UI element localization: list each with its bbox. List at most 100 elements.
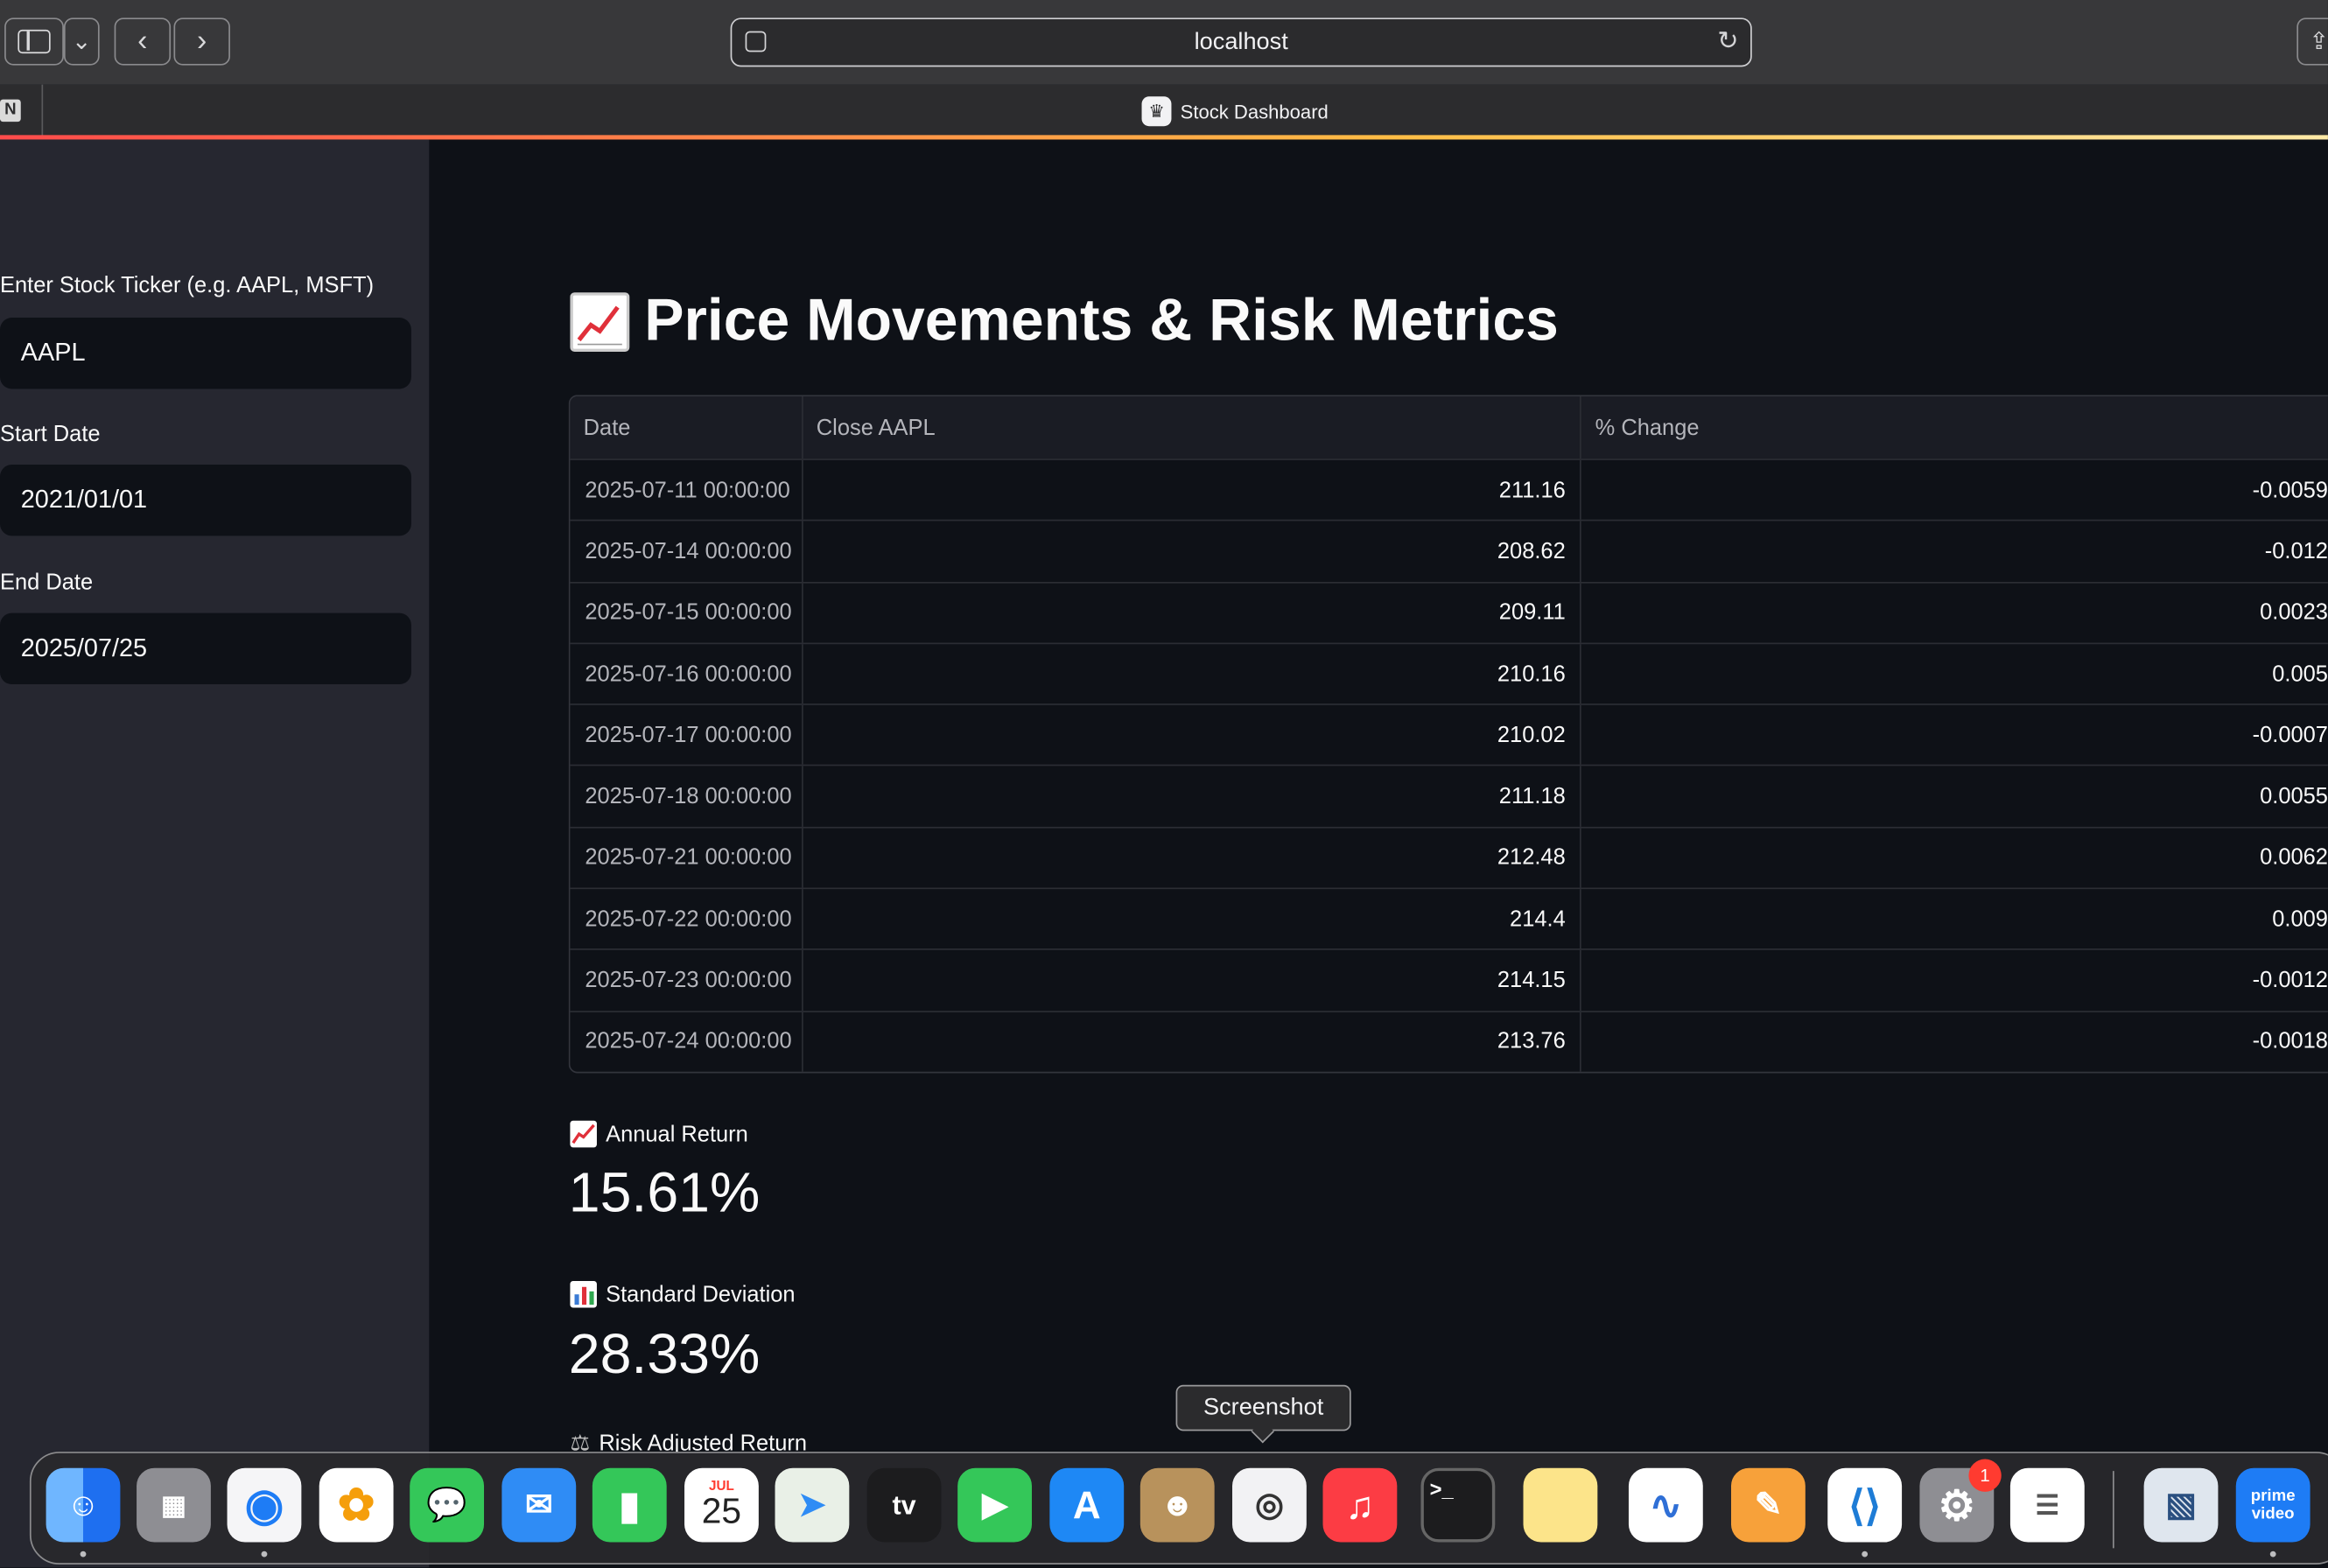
reload-icon[interactable]: ↻ xyxy=(1717,27,1738,57)
date-cell[interactable]: 2025-07-22 00:00:00 xyxy=(570,889,803,949)
column-header-change[interactable]: % Change xyxy=(1581,396,2328,458)
table-row[interactable]: 2025-07-24 00:00:00 213.76 -0.0018 xyxy=(570,1010,2328,1072)
table-row[interactable]: 2025-07-21 00:00:00 212.48 0.0062 xyxy=(570,826,2328,888)
close-cell[interactable]: 210.02 xyxy=(803,705,1582,766)
start-date-input[interactable]: 2021/01/01 xyxy=(0,464,411,536)
sidebar: Enter Stock Ticker (e.g. AAPL, MSFT) AAP… xyxy=(0,139,430,1568)
change-cell[interactable]: 0.0062 xyxy=(1581,828,2328,887)
bar-chart-icon xyxy=(570,1280,597,1308)
table-row[interactable]: 2025-07-11 00:00:00 211.16 -0.0059 xyxy=(570,458,2328,521)
date-cell[interactable]: 2025-07-15 00:00:00 xyxy=(570,582,803,643)
change-cell[interactable]: -0.0007 xyxy=(1581,705,2328,765)
close-cell[interactable]: 214.4 xyxy=(803,889,1582,949)
notification-badge: 1 xyxy=(1968,1459,2002,1492)
calendar-icon[interactable]: JUL 25 xyxy=(684,1467,759,1543)
screenshot-icon[interactable]: ◎ xyxy=(1232,1467,1307,1543)
date-cell[interactable]: 2025-07-21 00:00:00 xyxy=(570,828,803,888)
share-icon: ⇪ xyxy=(2309,29,2328,55)
change-cell[interactable]: 0.009 xyxy=(1581,889,2328,948)
music-icon[interactable]: ♫ xyxy=(1322,1467,1398,1543)
close-cell[interactable]: 209.11 xyxy=(803,582,1582,643)
facetime-icon[interactable]: ▶ xyxy=(957,1467,1032,1543)
sidebar-toggle-button[interactable] xyxy=(4,18,64,66)
back-button[interactable]: ‹ xyxy=(114,18,172,66)
end-date-input[interactable]: 2025/07/25 xyxy=(0,612,411,685)
notes-icon[interactable] xyxy=(1523,1467,1598,1543)
app-store-icon[interactable]: A xyxy=(1049,1467,1125,1543)
vscode-icon[interactable]: ⟨⟩ xyxy=(1827,1467,1903,1543)
data-table[interactable]: Date Close AAPL % Change 2025-07-11 00:0… xyxy=(568,395,2328,1074)
close-cell[interactable]: 211.18 xyxy=(803,766,1582,827)
ticker-input[interactable]: AAPL xyxy=(0,318,411,389)
date-cell[interactable]: 2025-07-18 00:00:00 xyxy=(570,766,803,827)
mail-icon[interactable]: ✉ xyxy=(501,1467,577,1543)
change-cell[interactable]: 0.005 xyxy=(1581,644,2328,704)
risk-adjusted-return-label-text: Risk Adjusted Return xyxy=(599,1433,808,1452)
change-cell[interactable]: 0.0023 xyxy=(1581,583,2328,642)
pinned-tab[interactable]: N xyxy=(0,84,44,137)
change-cell[interactable]: 0.0055 xyxy=(1581,766,2328,826)
date-cell[interactable]: 2025-07-11 00:00:00 xyxy=(570,459,803,521)
table-body: 2025-07-11 00:00:00 211.16 -0.0059 2025-07-… xyxy=(570,458,2328,1072)
annual-return-label-text: Annual Return xyxy=(606,1121,748,1147)
messages-icon[interactable]: 💬 xyxy=(410,1467,485,1543)
standard-deviation-label: Standard Deviation xyxy=(570,1280,796,1308)
pages-icon[interactable]: ✎ xyxy=(1731,1467,1806,1543)
close-cell[interactable]: 210.16 xyxy=(803,644,1582,704)
launchpad-icon[interactable]: ▦ xyxy=(137,1467,211,1543)
column-header-date[interactable]: Date xyxy=(570,396,803,459)
calendar-day: 25 xyxy=(701,1491,742,1532)
chevron-left-icon: ‹ xyxy=(137,24,148,58)
system-settings-icon[interactable]: ⚙ 1 xyxy=(1919,1459,2002,1543)
standard-deviation-value: 28.33% xyxy=(568,1324,761,1387)
table-row[interactable]: 2025-07-16 00:00:00 210.16 0.005 xyxy=(570,642,2328,704)
prime-video-icon[interactable]: prime video xyxy=(2235,1467,2310,1543)
date-cell[interactable]: 2025-07-14 00:00:00 xyxy=(570,521,803,582)
change-cell[interactable]: -0.0059 xyxy=(1581,460,2328,520)
photos-icon[interactable]: ✿ xyxy=(319,1467,394,1543)
chevron-right-icon: › xyxy=(197,24,207,58)
date-cell[interactable]: 2025-07-16 00:00:00 xyxy=(570,644,803,704)
freeform-icon[interactable]: ∿ xyxy=(1628,1467,1703,1543)
table-row[interactable]: 2025-07-17 00:00:00 210.02 -0.0007 xyxy=(570,704,2328,766)
change-cell[interactable]: -0.0018 xyxy=(1581,1012,2328,1071)
date-cell[interactable]: 2025-07-24 00:00:00 xyxy=(570,1012,803,1072)
table-row[interactable]: 2025-07-22 00:00:00 214.4 0.009 xyxy=(570,887,2328,949)
crown-icon: ♛ xyxy=(1141,96,1172,127)
table-row[interactable]: 2025-07-15 00:00:00 209.11 0.0023 xyxy=(570,581,2328,643)
end-date-label: End Date xyxy=(0,570,94,596)
site-settings-icon[interactable] xyxy=(745,31,767,52)
close-cell[interactable]: 212.48 xyxy=(803,828,1582,888)
share-button[interactable]: ⇪ xyxy=(2296,18,2328,66)
tab-stock-dashboard[interactable]: ♛ Stock Dashboard xyxy=(1141,96,1329,127)
maps-icon[interactable]: ➤ xyxy=(775,1467,850,1543)
close-cell[interactable]: 208.62 xyxy=(803,521,1582,582)
contacts-icon[interactable]: ☻ xyxy=(1139,1467,1215,1543)
url-text: localhost xyxy=(1194,29,1288,54)
safari-icon[interactable]: ◉ xyxy=(227,1467,302,1543)
numbers-icon[interactable]: ▮ xyxy=(592,1467,667,1543)
table-row[interactable]: 2025-07-18 00:00:00 211.18 0.0055 xyxy=(570,765,2328,827)
close-cell[interactable]: 213.76 xyxy=(803,1012,1582,1072)
table-row[interactable]: 2025-07-14 00:00:00 208.62 -0.012 xyxy=(570,520,2328,582)
close-cell[interactable]: 214.15 xyxy=(803,950,1582,1011)
pinned-tab-icon: N xyxy=(0,99,21,122)
date-cell[interactable]: 2025-07-17 00:00:00 xyxy=(570,705,803,766)
reminders-icon[interactable]: ☰ xyxy=(2009,1467,2085,1543)
finder-icon[interactable]: ☺ xyxy=(46,1467,121,1543)
table-row[interactable]: 2025-07-23 00:00:00 214.15 -0.0012 xyxy=(570,948,2328,1011)
dock-tooltip: Screenshot xyxy=(1175,1384,1351,1432)
page-title-text: Price Movements & Risk Metrics xyxy=(644,288,1559,354)
change-cell[interactable]: -0.012 xyxy=(1581,522,2328,581)
terminal-icon[interactable]: >_ xyxy=(1420,1467,1496,1543)
chevron-down-icon[interactable]: ⌄ xyxy=(63,18,100,66)
address-bar[interactable]: localhost ↻ xyxy=(730,18,1752,67)
forward-button[interactable]: › xyxy=(173,18,230,66)
date-cell[interactable]: 2025-07-23 00:00:00 xyxy=(570,950,803,1011)
apple-tv-icon[interactable]: tv xyxy=(866,1467,942,1543)
preview-icon[interactable]: ▧ xyxy=(2143,1467,2219,1543)
change-cell[interactable]: -0.0012 xyxy=(1581,950,2328,1010)
column-header-close[interactable]: Close AAPL xyxy=(803,396,1582,459)
running-indicator xyxy=(261,1550,268,1558)
close-cell[interactable]: 211.16 xyxy=(803,459,1582,521)
